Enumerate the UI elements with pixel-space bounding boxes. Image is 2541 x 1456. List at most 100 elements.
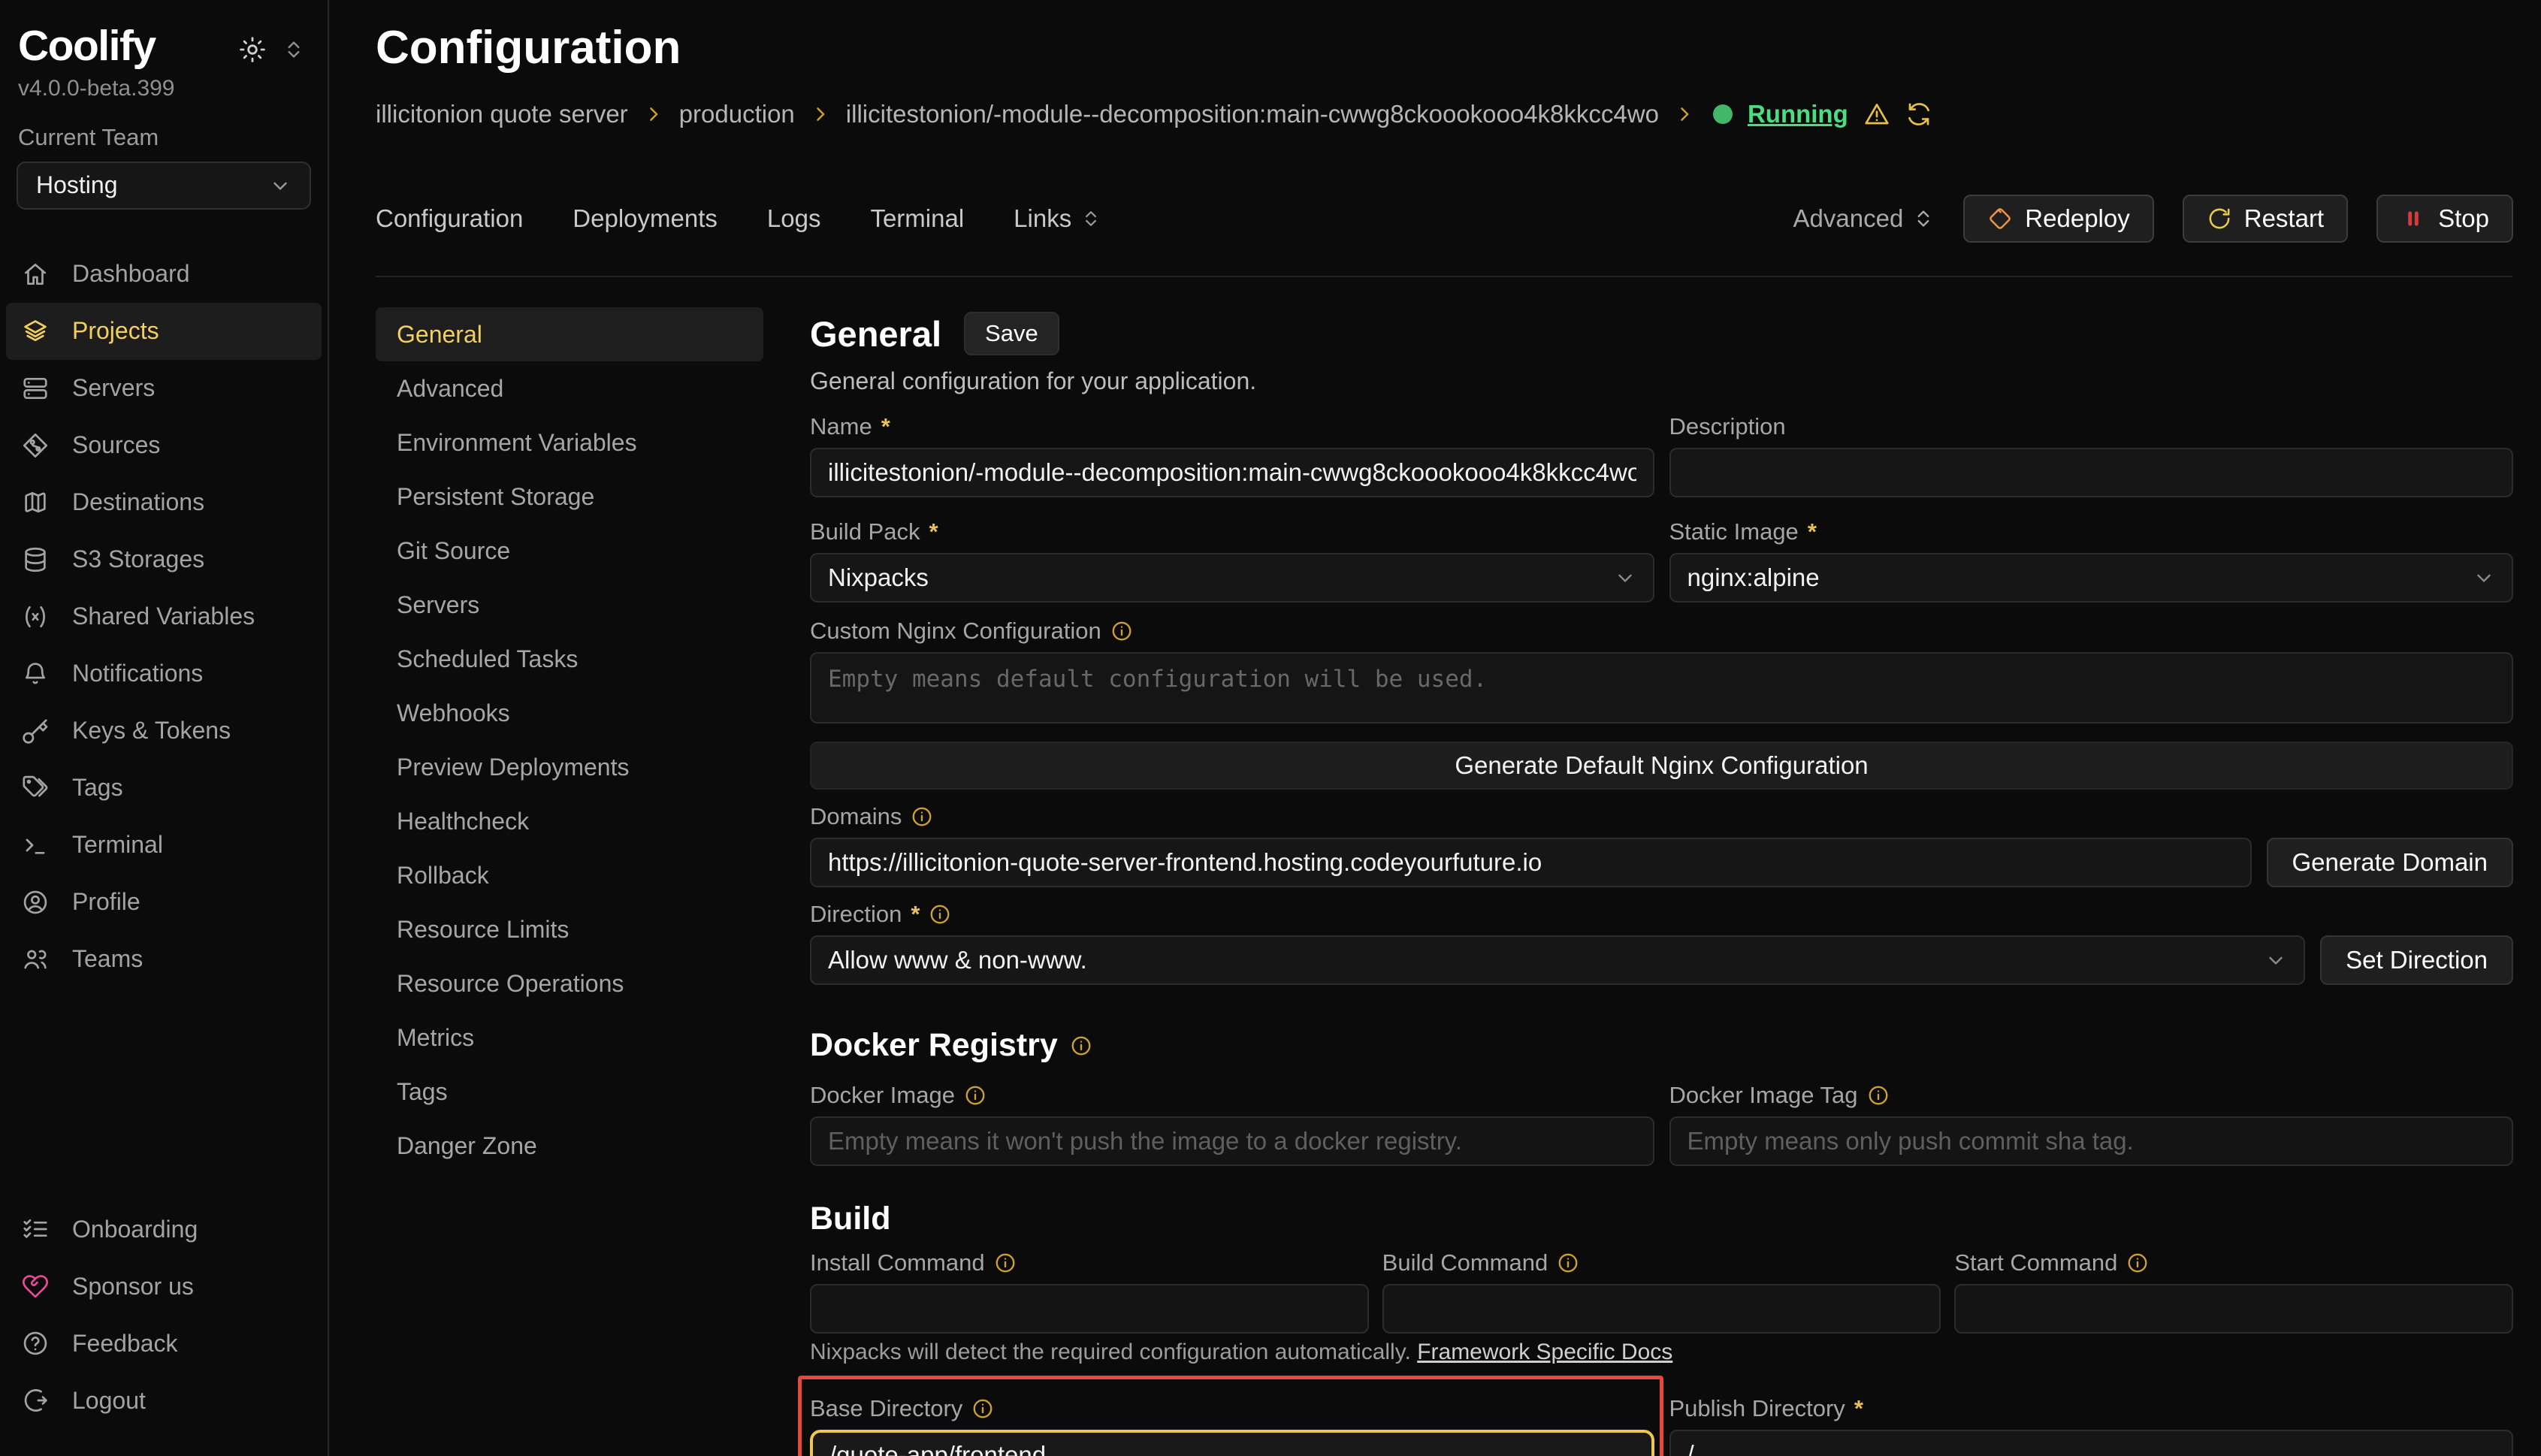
redeploy-button[interactable]: Redeploy	[1963, 195, 2153, 243]
subnav-item-healthcheck[interactable]: Healthcheck	[376, 794, 763, 848]
sidebar-footer: Onboarding Sponsor us Feedback Logout	[0, 1201, 328, 1429]
base-directory-label: Base Directory	[810, 1395, 1654, 1422]
logout-icon	[21, 1386, 50, 1415]
chevron-down-icon	[1614, 566, 1636, 589]
breadcrumb-project[interactable]: illicitonion quote server	[376, 100, 628, 128]
info-icon	[1110, 620, 1133, 642]
subnav-item-servers[interactable]: Servers	[376, 578, 763, 632]
restart-button[interactable]: Restart	[2183, 195, 2348, 243]
sync-icon[interactable]	[1905, 101, 1932, 128]
sidebar-item-sources[interactable]: Sources	[6, 417, 322, 474]
sidebar-item-tags[interactable]: Tags	[6, 760, 322, 817]
subnav-item-advanced[interactable]: Advanced	[376, 361, 763, 415]
docker-image-input[interactable]	[810, 1116, 1654, 1166]
subnav-item-git-source[interactable]: Git Source	[376, 524, 763, 578]
sidebar-item-shared-variables[interactable]: Shared Variables	[6, 588, 322, 645]
sidebar-item-destinations[interactable]: Destinations	[6, 474, 322, 531]
start-command-input[interactable]	[1954, 1284, 2513, 1334]
build-pack-select[interactable]: Nixpacks	[810, 553, 1654, 603]
sidebar-item-label: Destinations	[72, 488, 204, 516]
sidebar-item-profile[interactable]: Profile	[6, 874, 322, 931]
coolify-app: Coolify v4.0.0-beta.399 Current Team Hos…	[0, 0, 2541, 1456]
sidebar-item-sponsor[interactable]: Sponsor us	[6, 1258, 322, 1315]
subnav-item-preview-deployments[interactable]: Preview Deployments	[376, 740, 763, 794]
subnav-item-rollback[interactable]: Rollback	[376, 848, 763, 902]
sidebar-item-notifications[interactable]: Notifications	[6, 645, 322, 702]
subnav-item-scheduled-tasks[interactable]: Scheduled Tasks	[376, 632, 763, 686]
subnav-item-metrics[interactable]: Metrics	[376, 1010, 763, 1065]
custom-nginx-textarea[interactable]	[810, 652, 2513, 723]
build-command-input[interactable]	[1382, 1284, 1941, 1334]
install-command-input[interactable]	[810, 1284, 1369, 1334]
set-direction-button[interactable]: Set Direction	[2320, 935, 2513, 985]
sidebar-item-label: Notifications	[72, 660, 203, 687]
name-label: Name*	[810, 413, 1654, 440]
map-icon	[21, 488, 50, 517]
build-pack-label: Build Pack*	[810, 518, 1654, 545]
build-heading: Build	[810, 1201, 2513, 1237]
sidebar-item-servers[interactable]: Servers	[6, 360, 322, 417]
publish-directory-input[interactable]	[1669, 1430, 2514, 1456]
advanced-toggle[interactable]: Advanced	[1793, 204, 1935, 233]
info-icon	[964, 1084, 986, 1107]
sidebar-item-dashboard[interactable]: Dashboard	[6, 246, 322, 303]
domains-input[interactable]	[810, 838, 2252, 887]
sidebar-nav: Dashboard Projects Servers Sources Desti…	[0, 246, 328, 988]
subnav-item-general[interactable]: General	[376, 307, 763, 361]
general-form: General Save General configuration for y…	[810, 307, 2513, 1456]
stop-button[interactable]: Stop	[2376, 195, 2513, 243]
save-button[interactable]: Save	[964, 312, 1059, 355]
nixpacks-note: Nixpacks will detect the required config…	[810, 1340, 2513, 1365]
sidebar-item-s3-storages[interactable]: S3 Storages	[6, 531, 322, 588]
theme-chevrons-up-down-icon[interactable]	[283, 38, 305, 61]
breadcrumb-environment[interactable]: production	[679, 100, 795, 128]
subnav-item-webhooks[interactable]: Webhooks	[376, 686, 763, 740]
sidebar-item-label: S3 Storages	[72, 545, 204, 573]
variables-icon	[21, 603, 50, 631]
sidebar-item-label: Feedback	[72, 1330, 178, 1358]
docker-image-tag-input[interactable]	[1669, 1116, 2514, 1166]
generate-domain-button[interactable]: Generate Domain	[2267, 838, 2513, 887]
team-select-value: Hosting	[36, 171, 118, 199]
sidebar-item-feedback[interactable]: Feedback	[6, 1315, 322, 1372]
theme-sun-icon[interactable]	[237, 35, 267, 65]
status-running-link[interactable]: Running	[1748, 100, 1848, 128]
sidebar-item-keys-tokens[interactable]: Keys & Tokens	[6, 702, 322, 760]
generate-nginx-button[interactable]: Generate Default Nginx Configuration	[810, 742, 2513, 790]
framework-docs-link[interactable]: Framework Specific Docs	[1417, 1340, 1672, 1364]
team-select[interactable]: Hosting	[17, 162, 311, 210]
sidebar-item-teams[interactable]: Teams	[6, 931, 322, 988]
direction-select[interactable]: Allow www & non-www.	[810, 935, 2305, 985]
subnav-item-resource-limits[interactable]: Resource Limits	[376, 902, 763, 956]
sidebar-item-terminal[interactable]: Terminal	[6, 817, 322, 874]
install-command-label: Install Command	[810, 1249, 1369, 1276]
description-input[interactable]	[1669, 448, 2514, 497]
subnav-item-persistent-storage[interactable]: Persistent Storage	[376, 470, 763, 524]
users-icon	[21, 945, 50, 974]
static-image-select[interactable]: nginx:alpine	[1669, 553, 2514, 603]
subnav-item-environment-variables[interactable]: Environment Variables	[376, 415, 763, 470]
subnav-item-tags[interactable]: Tags	[376, 1065, 763, 1119]
subnav-item-resource-operations[interactable]: Resource Operations	[376, 956, 763, 1010]
sidebar-item-logout[interactable]: Logout	[6, 1372, 322, 1429]
breadcrumb-application[interactable]: illicitestonion/-module--decomposition:m…	[846, 100, 1659, 128]
subnav-item-danger-zone[interactable]: Danger Zone	[376, 1119, 763, 1173]
tab-logs[interactable]: Logs	[767, 204, 821, 233]
page-title: Configuration	[376, 21, 2513, 74]
sidebar-item-projects[interactable]: Projects	[6, 303, 322, 360]
tab-deployments[interactable]: Deployments	[573, 204, 718, 233]
tab-terminal[interactable]: Terminal	[870, 204, 964, 233]
warning-icon[interactable]	[1863, 101, 1890, 128]
sidebar-item-label: Profile	[72, 888, 140, 916]
sidebar-item-label: Dashboard	[72, 260, 190, 288]
base-directory-input[interactable]	[810, 1430, 1654, 1456]
sidebar-item-onboarding[interactable]: Onboarding	[6, 1201, 322, 1258]
tab-actions: Advanced Redeploy Restart Stop	[1793, 195, 2513, 243]
tab-configuration[interactable]: Configuration	[376, 204, 523, 233]
user-icon	[21, 888, 50, 917]
start-command-label: Start Command	[1954, 1249, 2513, 1276]
name-input[interactable]	[810, 448, 1654, 497]
breadcrumb: illicitonion quote server production ill…	[376, 100, 2513, 128]
static-image-label: Static Image*	[1669, 518, 2514, 545]
tab-links[interactable]: Links	[1014, 204, 1101, 233]
